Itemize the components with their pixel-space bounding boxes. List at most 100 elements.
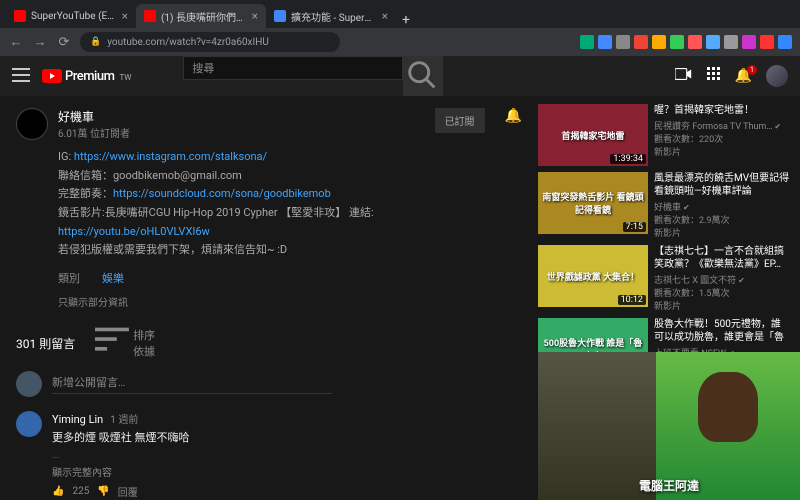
extension-icon[interactable] [742, 35, 756, 49]
premium-label: Premium [65, 69, 114, 84]
verified-icon: ✔ [738, 276, 745, 285]
create-video-icon[interactable] [675, 67, 693, 85]
rec-new-badge: 新影片 [654, 299, 790, 312]
close-icon[interactable]: × [252, 9, 258, 23]
thumbs-up-icon[interactable]: 👍 [52, 486, 64, 497]
search-placeholder: 搜尋 [192, 60, 214, 76]
category-value[interactable]: 娛樂 [102, 270, 124, 286]
youtube-header: Premium TW 搜尋 🔔 1 [0, 56, 800, 96]
rec-title: 喔？首揭韓家宅地雷！ [654, 104, 790, 117]
lock-icon: 🔒 [90, 37, 101, 47]
subscriber-count: 6.01萬 位訂閱者 [58, 125, 425, 140]
search-input[interactable]: 搜尋 [183, 56, 403, 80]
pip-channel-watermark: 電腦王阿達 [639, 477, 699, 494]
sort-comments-button[interactable]: 排序依據 [95, 327, 157, 359]
forward-button[interactable]: → [32, 34, 48, 50]
close-icon[interactable]: × [122, 9, 128, 23]
youtube-play-icon [42, 69, 62, 83]
comment-author[interactable]: Yiming Lin [52, 413, 103, 426]
video-thumbnail[interactable]: 首揭韓家宅地雷 1:39:34 [538, 104, 648, 166]
contact-email: 聯絡信箱：goodbikemob@gmail.com [58, 167, 522, 186]
comment-text: 更多的煙 吸煙社 無煙不嗨哈 [52, 429, 522, 445]
extension-icon[interactable] [652, 35, 666, 49]
verified-icon: ✔ [774, 122, 781, 131]
rec-views: 觀看次數：1.5萬次 [654, 286, 790, 299]
extension-icon[interactable] [760, 35, 774, 49]
extension-icon[interactable] [688, 35, 702, 49]
new-tab-button[interactable]: + [396, 12, 416, 28]
extension-icon[interactable] [598, 35, 612, 49]
video-ref-label: 鏡舌影片:長庚嘴研CGU Hip-Hop 2019 Cypher 【堅愛非攻】 … [58, 206, 374, 219]
browser-tab[interactable]: SuperYouTube (Extension for Yo… × [6, 4, 136, 28]
rec-channel: 民視讚夯 Formosa TV Thum…✔ [654, 119, 790, 132]
video-thumbnail[interactable]: 南窗突發熱舌影片 看鏡頭記得看鏡 7:15 [538, 172, 648, 234]
tab-title: 擴充功能 - SuperYouTube (Exten… [291, 9, 376, 24]
recommendation-item[interactable]: 首揭韓家宅地雷 1:39:34 喔？首揭韓家宅地雷！ 民視讚夯 Formosa … [538, 104, 790, 166]
browser-tab[interactable]: 擴充功能 - SuperYouTube (Exten… × [266, 4, 396, 28]
comment-input[interactable]: 新增公開留言… [52, 374, 332, 394]
extension-icon[interactable] [580, 35, 594, 49]
show-more-button[interactable]: 只顯示部分資訊 [58, 294, 522, 309]
sort-label: 排序依據 [133, 327, 157, 359]
notifications-bell-icon[interactable]: 🔔 1 [735, 68, 752, 84]
my-avatar [16, 371, 42, 397]
extension-icons [580, 35, 792, 49]
region-label: TW [119, 73, 131, 82]
playlist-link[interactable]: https://soundcloud.com/sona/goodbikemob [113, 187, 331, 200]
recommendation-item[interactable]: 南窗突發熱舌影片 看鏡頭記得看鏡 7:15 風景最漂亮的饒舌MV但要記得看鏡頭啦… [538, 172, 790, 239]
rec-views: 觀看次數：220次 [654, 132, 790, 145]
rec-title: 【志祺七七】一言不合就組搞笑政黨？《歡樂無法黨》EP… [654, 245, 790, 271]
youtube-logo[interactable]: Premium TW [42, 69, 131, 84]
video-duration: 1:39:34 [610, 154, 646, 164]
rec-channel: 志祺七七 X 圖文不符✔ [654, 273, 790, 286]
thumbs-down-icon[interactable]: 👎 [97, 486, 109, 497]
comment-item: Yiming Lin 1 週前 更多的煙 吸煙社 無煙不嗨哈 … 顯示完整內容 … [16, 411, 522, 500]
video-duration: 10:12 [618, 295, 646, 305]
thumb-overlay-text: 世界戲謔政黨 大集合！ [545, 268, 641, 285]
channel-avatar[interactable] [16, 108, 48, 140]
rec-channel: 好機車✔ [654, 200, 790, 213]
browser-tab-active[interactable]: (1) 長庚嘴研你們真的吸太多 × [136, 4, 266, 28]
read-more-button[interactable]: 顯示完整內容 [52, 464, 522, 479]
channel-name[interactable]: 好機車 [58, 108, 425, 125]
reply-button[interactable]: 回覆 [118, 484, 138, 499]
address-bar[interactable]: 🔒 youtube.com/watch?v=4zr0a60xIHU [80, 32, 340, 52]
extension-icon[interactable] [778, 35, 792, 49]
back-button[interactable]: ← [8, 34, 24, 50]
reload-button[interactable]: ⟳ [56, 34, 72, 50]
video-duration: 7:15 [623, 222, 646, 232]
thumb-overlay-text: 南窗突發熱舌影片 看鏡頭記得看鏡 [538, 188, 648, 218]
video-thumbnail[interactable]: 世界戲謔政黨 大集合！ 10:12 [538, 245, 648, 307]
rec-title: 股魯大作戰！500元禮物，誰可以成功脫魯，誰更會是「魯中… [654, 318, 790, 344]
notification-badge: 1 [747, 65, 757, 75]
extension-icon[interactable] [670, 35, 684, 49]
extension-icon[interactable] [616, 35, 630, 49]
extension-icon[interactable] [706, 35, 720, 49]
video-ref-link[interactable]: https://youtu.be/oHL0VLVXI6w [58, 225, 210, 238]
url-text: youtube.com/watch?v=4zr0a60xIHU [107, 37, 269, 48]
hamburger-menu-icon[interactable] [12, 68, 30, 85]
comment-time: 1 週前 [110, 415, 138, 426]
extension-icon[interactable] [724, 35, 738, 49]
browser-toolbar: ← → ⟳ 🔒 youtube.com/watch?v=4zr0a60xIHU [0, 28, 800, 56]
like-count: 225 [72, 486, 89, 497]
notification-bell-icon[interactable]: 🔔 [505, 108, 522, 124]
youtube-favicon-icon [144, 10, 156, 22]
recommendation-item[interactable]: 世界戲謔政黨 大集合！ 10:12 【志祺七七】一言不合就組搞笑政黨？《歡樂無法… [538, 245, 790, 312]
rec-new-badge: 新影片 [654, 145, 790, 158]
rec-views: 觀看次數：2.9萬次 [654, 213, 790, 226]
extension-icon[interactable] [634, 35, 648, 49]
commenter-avatar[interactable] [16, 411, 42, 437]
close-icon[interactable]: × [382, 9, 388, 23]
tab-title: (1) 長庚嘴研你們真的吸太多 [161, 9, 246, 24]
rec-title: 風景最漂亮的饒舌MV但要記得看鏡頭啦—好機車評論【PCCU… [654, 172, 790, 198]
ig-label: IG: [58, 150, 74, 163]
ig-link[interactable]: https://www.instagram.com/stalksona/ [74, 150, 267, 163]
subscribed-button[interactable]: 已訂閱 [435, 108, 485, 133]
picture-in-picture-player[interactable]: 電腦王阿達 [538, 352, 800, 500]
user-avatar[interactable] [766, 65, 788, 87]
search-button[interactable] [403, 56, 443, 96]
tab-title: SuperYouTube (Extension for Yo… [31, 11, 116, 22]
video-info-column: 好機車 6.01萬 位訂閱者 已訂閱 🔔 IG: https://www.ins… [0, 96, 538, 500]
apps-grid-icon[interactable] [707, 67, 721, 85]
